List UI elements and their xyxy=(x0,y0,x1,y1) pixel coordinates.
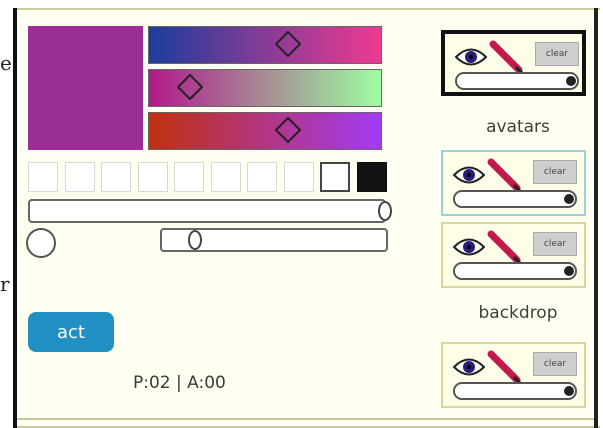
palette-box-5[interactable] xyxy=(174,162,204,192)
palette-row xyxy=(28,162,388,196)
gradient-thumb-2[interactable] xyxy=(177,74,203,100)
layer-slider-knob[interactable] xyxy=(566,76,576,86)
circle-toggle[interactable] xyxy=(26,228,56,258)
eye-icon[interactable] xyxy=(453,236,485,258)
label-backdrop: backdrop xyxy=(478,303,558,323)
slider-knob-2[interactable] xyxy=(188,230,202,250)
layer-slider[interactable] xyxy=(453,262,577,280)
horizontal-slider-1[interactable] xyxy=(28,199,386,223)
pencil-icon[interactable] xyxy=(487,158,523,194)
clear-button[interactable]: clear xyxy=(533,352,577,376)
layer-slider[interactable] xyxy=(453,382,577,400)
panel-left-border xyxy=(13,8,17,428)
clipped-text-char-top: e xyxy=(0,51,12,75)
layer-slider[interactable] xyxy=(453,190,577,208)
layer-card-4[interactable]: clear xyxy=(441,342,586,408)
palette-box-6[interactable] xyxy=(210,162,241,192)
pencil-icon[interactable] xyxy=(489,40,525,76)
palette-box-4[interactable] xyxy=(137,162,168,192)
label-avatars: avatars xyxy=(486,117,550,137)
pencil-icon[interactable] xyxy=(487,350,523,386)
palette-box-10[interactable] xyxy=(356,162,387,192)
layer-slider-knob[interactable] xyxy=(564,194,574,204)
clipped-text-char-bottom: r xyxy=(0,272,10,296)
gradient-slider-1[interactable] xyxy=(148,26,382,64)
panel-right-border xyxy=(594,8,598,428)
eye-icon[interactable] xyxy=(455,46,487,68)
layer-slider[interactable] xyxy=(455,72,579,90)
eye-icon[interactable] xyxy=(453,164,485,186)
eye-icon[interactable] xyxy=(453,356,485,378)
layer-card-3[interactable]: clear xyxy=(441,222,586,288)
slider-knob-1[interactable] xyxy=(378,201,392,221)
palette-box-2[interactable] xyxy=(64,162,95,192)
palette-box-9[interactable] xyxy=(320,162,350,192)
clear-button[interactable]: clear xyxy=(533,232,577,256)
gradient-slider-3[interactable] xyxy=(148,112,382,150)
palette-box-3[interactable] xyxy=(101,162,131,192)
gradient-thumb-1[interactable] xyxy=(275,31,301,57)
gradient-thumb-3[interactable] xyxy=(275,117,301,143)
layer-card-2[interactable]: clear xyxy=(441,150,586,216)
layer-slider-knob[interactable] xyxy=(564,266,574,276)
palette-box-7[interactable] xyxy=(247,162,277,192)
panel-bottom-rule xyxy=(17,418,597,420)
pencil-icon[interactable] xyxy=(487,230,523,266)
clear-button[interactable]: clear xyxy=(535,42,579,66)
act-button[interactable]: act xyxy=(28,312,114,352)
layer-card-1[interactable]: clear xyxy=(441,30,586,96)
clear-button[interactable]: clear xyxy=(533,160,577,184)
gradient-slider-2[interactable] xyxy=(148,69,382,107)
status-counter: P:02 | A:00 xyxy=(133,373,226,393)
palette-box-1[interactable] xyxy=(28,162,58,192)
current-color-swatch xyxy=(28,26,143,150)
palette-box-8[interactable] xyxy=(283,162,314,192)
layer-slider-knob[interactable] xyxy=(564,386,574,396)
